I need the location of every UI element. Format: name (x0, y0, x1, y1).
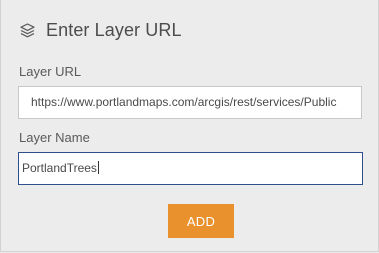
layer-url-value: https://www.portlandmaps.com/arcgis/rest… (31, 95, 337, 109)
text-caret (97, 161, 99, 174)
panel-header: Enter Layer URL (19, 17, 182, 43)
add-button[interactable]: ADD (168, 204, 234, 238)
layers-icon (19, 22, 36, 39)
layer-url-input[interactable]: https://www.portlandmaps.com/arcgis/rest… (18, 86, 362, 119)
layer-name-label: Layer Name (19, 130, 90, 145)
layer-name-input[interactable]: PortlandTrees (18, 152, 363, 185)
panel-title: Enter Layer URL (46, 19, 182, 40)
enter-layer-url-panel: Enter Layer URL Layer URL https://www.po… (0, 0, 379, 252)
layer-name-value: PortlandTrees (22, 161, 97, 175)
layer-url-label: Layer URL (19, 64, 82, 79)
